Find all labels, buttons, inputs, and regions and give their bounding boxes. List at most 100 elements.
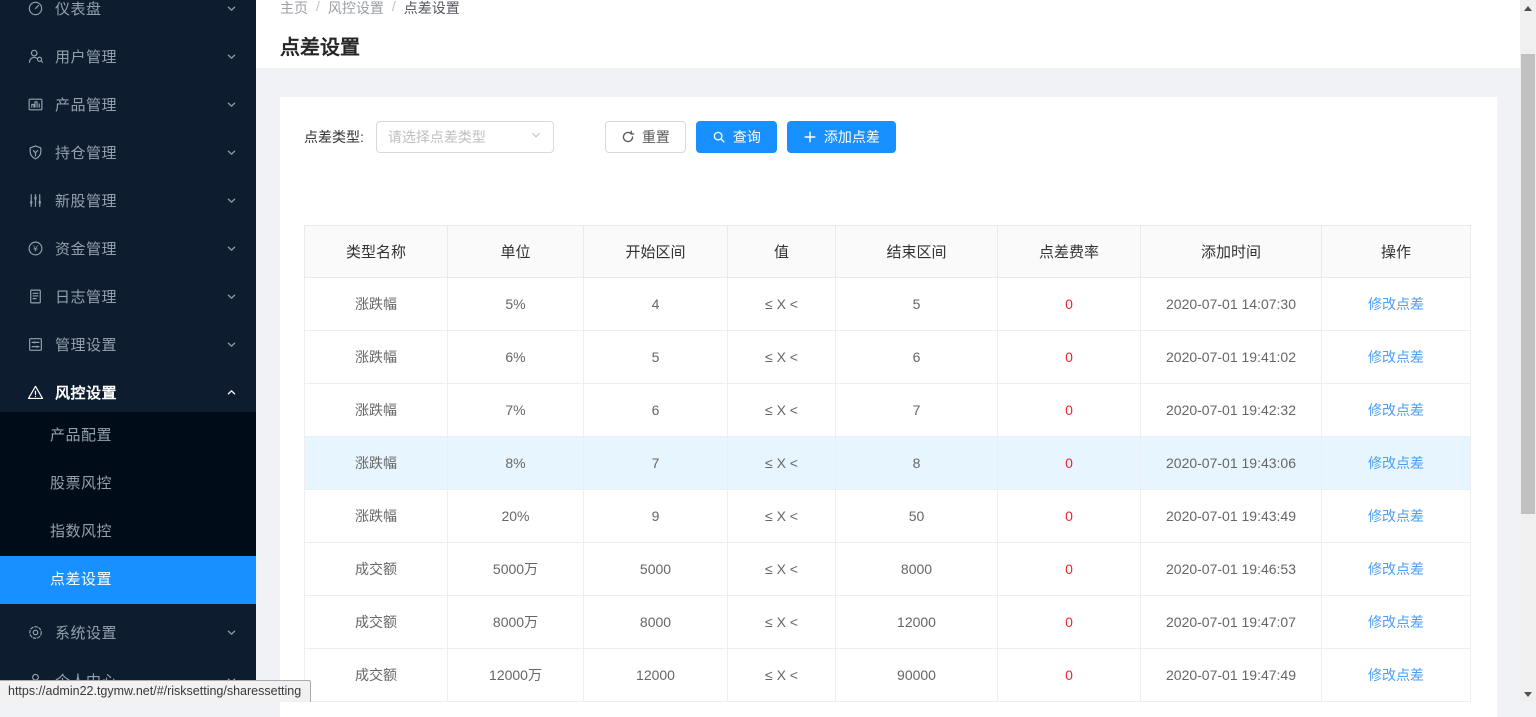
cell-type: 涨跌幅 xyxy=(305,490,448,543)
search-button[interactable]: 查询 xyxy=(696,121,777,153)
cell-end: 90000 xyxy=(836,649,998,702)
modify-spread-link[interactable]: 修改点差 xyxy=(1368,508,1424,524)
sidebar-item-label: 用户管理 xyxy=(55,46,226,67)
cell-rate: 0 xyxy=(998,278,1141,331)
modify-spread-link[interactable]: 修改点差 xyxy=(1368,402,1424,418)
cell-operator: ≤ X < xyxy=(728,331,836,384)
chevron-down-icon xyxy=(226,50,238,62)
chevron-down-icon xyxy=(226,98,238,110)
modify-spread-link[interactable]: 修改点差 xyxy=(1368,349,1424,365)
scrollbar[interactable] xyxy=(1520,0,1536,702)
content: 点差类型: 请选择点差类型 重置 查询 xyxy=(256,68,1520,717)
yuan-circle-icon: ¥ xyxy=(26,239,44,257)
sidebar-item-risk-settings[interactable]: 风控设置 xyxy=(0,372,256,412)
select-placeholder: 请选择点差类型 xyxy=(388,127,530,147)
modify-spread-link[interactable]: 修改点差 xyxy=(1368,561,1424,577)
spread-type-select[interactable]: 请选择点差类型 xyxy=(376,121,554,153)
chevron-down-icon xyxy=(226,290,238,302)
cell-action: 修改点差 xyxy=(1322,331,1471,384)
table-row: 涨跌幅7%6≤ X <702020-07-01 19:42:32修改点差 xyxy=(305,384,1471,437)
table-row: 成交额8000万8000≤ X <1200002020-07-01 19:47:… xyxy=(305,596,1471,649)
status-url-tooltip: https://admin22.tgymw.net/#/risksetting/… xyxy=(0,680,311,702)
sidebar-item-user-management[interactable]: 用户管理 xyxy=(0,36,256,76)
add-spread-button[interactable]: 添加点差 xyxy=(787,121,896,153)
breadcrumb-item[interactable]: 风控设置 xyxy=(328,0,384,18)
chevron-up-icon xyxy=(226,386,238,398)
breadcrumb-item[interactable]: 主页 xyxy=(280,0,308,18)
sidebar-menu: 仪表盘用户管理产品管理持仓管理新股管理 ¥资金管理日志管理管理设置风控设置产品配置… xyxy=(0,0,256,700)
cell-rate: 0 xyxy=(998,596,1141,649)
sidebar-subitem-product-config[interactable]: 产品配置 xyxy=(0,412,256,460)
table-row: 涨跌幅5%4≤ X <502020-07-01 14:07:30修改点差 xyxy=(305,278,1471,331)
column-header: 单位 xyxy=(448,226,584,278)
sidebar-item-log-management[interactable]: 日志管理 xyxy=(0,276,256,316)
sidebar-item-funds-management[interactable]: ¥资金管理 xyxy=(0,228,256,268)
sidebar-item-new-stock-management[interactable]: 新股管理 xyxy=(0,180,256,220)
cell-type: 成交额 xyxy=(305,649,448,702)
sidebar-item-product-management[interactable]: 产品管理 xyxy=(0,84,256,124)
table-row: 涨跌幅20%9≤ X <5002020-07-01 19:43:49修改点差 xyxy=(305,490,1471,543)
column-header: 类型名称 xyxy=(305,226,448,278)
sliders-icon xyxy=(26,191,44,209)
modify-spread-link[interactable]: 修改点差 xyxy=(1368,296,1424,312)
sidebar-subitem-stock-risk[interactable]: 股票风控 xyxy=(0,460,256,508)
cell-unit: 5% xyxy=(448,278,584,331)
submenu-risk-settings: 产品配置股票风控指数风控点差设置 xyxy=(0,412,256,604)
cell-action: 修改点差 xyxy=(1322,490,1471,543)
modify-spread-link[interactable]: 修改点差 xyxy=(1368,614,1424,630)
cell-start: 5 xyxy=(584,331,728,384)
cell-time: 2020-07-01 19:46:53 xyxy=(1141,543,1322,596)
cell-start: 12000 xyxy=(584,649,728,702)
chevron-down-icon xyxy=(226,338,238,350)
cell-start: 4 xyxy=(584,278,728,331)
cell-action: 修改点差 xyxy=(1322,543,1471,596)
modify-spread-link[interactable]: 修改点差 xyxy=(1368,455,1424,471)
column-header: 操作 xyxy=(1322,226,1471,278)
scrollbar-thumb[interactable] xyxy=(1521,54,1535,514)
refresh-icon xyxy=(621,130,635,144)
topbar: 主页/风控设置/点差设置 点差设置 xyxy=(256,0,1520,68)
sidebar-item-position-management[interactable]: 持仓管理 xyxy=(0,132,256,172)
cell-action: 修改点差 xyxy=(1322,437,1471,490)
scroll-up-arrow[interactable] xyxy=(1520,0,1536,16)
gear-icon xyxy=(26,623,44,641)
cell-end: 5 xyxy=(836,278,998,331)
sidebar-item-dashboard[interactable]: 仪表盘 xyxy=(0,0,256,28)
table-row: 涨跌幅8%7≤ X <802020-07-01 19:43:06修改点差 xyxy=(305,437,1471,490)
breadcrumb-item: 点差设置 xyxy=(404,0,460,18)
sidebar-subitem-index-risk[interactable]: 指数风控 xyxy=(0,508,256,556)
svg-text:¥: ¥ xyxy=(32,243,38,253)
chevron-down-icon xyxy=(226,194,238,206)
table-row: 涨跌幅6%5≤ X <602020-07-01 19:41:02修改点差 xyxy=(305,331,1471,384)
breadcrumb-separator: / xyxy=(316,0,320,18)
cell-unit: 8000万 xyxy=(448,596,584,649)
dashboard-icon xyxy=(26,0,44,17)
card: 点差类型: 请选择点差类型 重置 查询 xyxy=(280,97,1497,717)
cell-operator: ≤ X < xyxy=(728,649,836,702)
shield-icon xyxy=(26,143,44,161)
cell-start: 5000 xyxy=(584,543,728,596)
cell-end: 7 xyxy=(836,384,998,437)
cell-unit: 5000万 xyxy=(448,543,584,596)
cell-operator: ≤ X < xyxy=(728,437,836,490)
modify-spread-link[interactable]: 修改点差 xyxy=(1368,667,1424,683)
table-row: 成交额5000万5000≤ X <800002020-07-01 19:46:5… xyxy=(305,543,1471,596)
cell-operator: ≤ X < xyxy=(728,384,836,437)
reset-button[interactable]: 重置 xyxy=(605,121,686,153)
chevron-down-icon xyxy=(530,128,542,146)
scroll-down-arrow[interactable] xyxy=(1520,686,1536,702)
cell-unit: 6% xyxy=(448,331,584,384)
sidebar-item-label: 仪表盘 xyxy=(55,0,226,19)
sidebar-item-system-settings[interactable]: 系统设置 xyxy=(0,612,256,652)
sidebar-item-management-settings[interactable]: 管理设置 xyxy=(0,324,256,364)
sidebar-subitem-spread-setting[interactable]: 点差设置 xyxy=(0,556,256,604)
cell-start: 7 xyxy=(584,437,728,490)
table-row: 成交额12000万12000≤ X <9000002020-07-01 19:4… xyxy=(305,649,1471,702)
sidebar-item-label: 产品管理 xyxy=(55,94,226,115)
spread-table: 类型名称单位开始区间值结束区间点差费率添加时间操作涨跌幅5%4≤ X <5020… xyxy=(304,225,1471,702)
column-header: 值 xyxy=(728,226,836,278)
sidebar-item-label: 持仓管理 xyxy=(55,142,226,163)
table-header-row: 类型名称单位开始区间值结束区间点差费率添加时间操作 xyxy=(305,226,1471,278)
search-icon xyxy=(712,130,726,144)
column-header: 结束区间 xyxy=(836,226,998,278)
